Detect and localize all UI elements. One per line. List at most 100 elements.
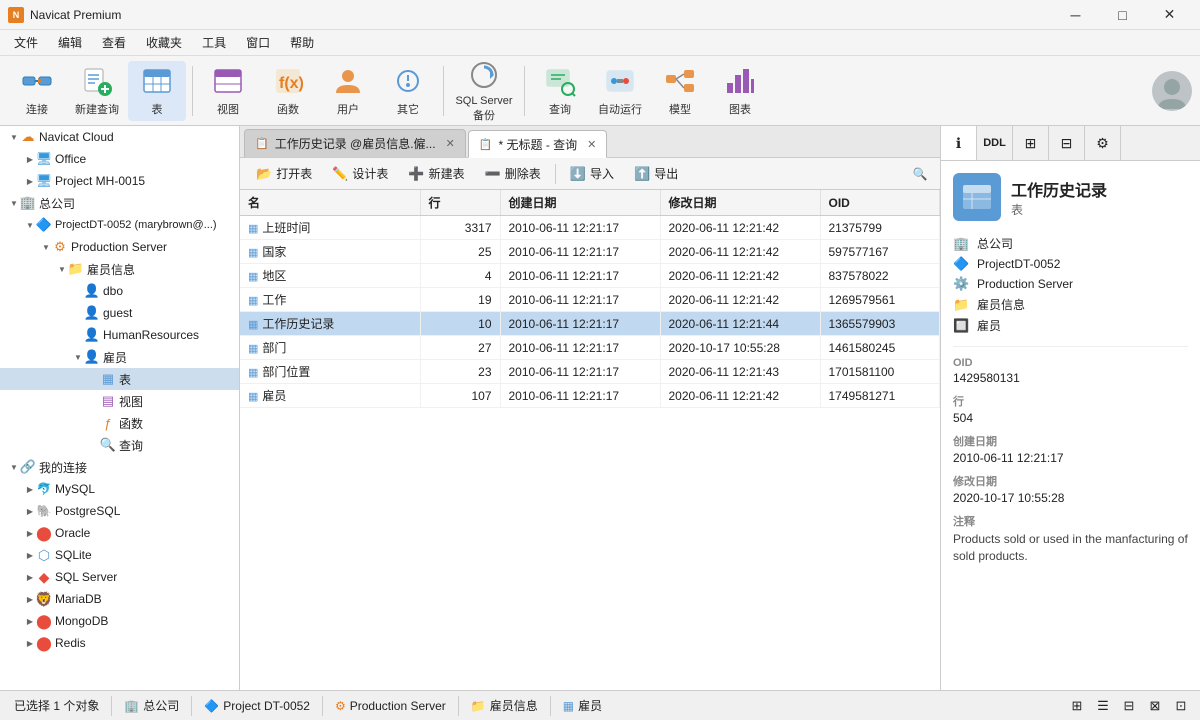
sidebar-item-projectdt[interactable]: ▼ 🔷 ProjectDT-0052 (marybrown@...) — [0, 214, 239, 236]
sidebar-item-dbo[interactable]: ▶ 👤 dbo — [0, 280, 239, 302]
delete-table-button[interactable]: ➖ 删除表 — [477, 162, 549, 185]
tab-query-close[interactable]: ✕ — [587, 138, 596, 151]
sidebar-item-postgresql[interactable]: ▶ 🐘 PostgreSQL — [0, 500, 239, 522]
rp-modified-label: 修改日期 — [953, 473, 1188, 489]
view-list-button[interactable]: ☰ — [1092, 695, 1114, 717]
view-grid-button[interactable]: ⊞ — [1066, 695, 1088, 717]
table-label: 表 — [152, 101, 163, 117]
table-row[interactable]: ▦部门位置232010-06-11 12:21:172020-06-11 12:… — [240, 360, 940, 384]
tab-history[interactable]: 📋 工作历史记录 @雇员信息.僱... ✕ — [244, 129, 466, 157]
user-avatar[interactable] — [1152, 71, 1192, 111]
func-tree-icon: ƒ — [100, 415, 116, 431]
new-table-button[interactable]: ➕ 新建表 — [400, 162, 472, 185]
rp-tab-ddl[interactable]: DDL — [977, 126, 1013, 160]
right-panel: ℹ DDL ⊞ ⊟ ⚙ 工作历史记录 表 — [940, 126, 1200, 690]
sidebar-item-sqlite[interactable]: ▶ ⬡ SQLite — [0, 544, 239, 566]
tab-query[interactable]: 📋 * 无标题 - 查询 ✕ — [468, 130, 608, 158]
menu-item-查看[interactable]: 查看 — [92, 30, 136, 55]
cell-rows: 4 — [420, 264, 500, 288]
mongodb-icon: ⬤ — [36, 613, 52, 629]
status-server-label: Production Server — [350, 699, 446, 713]
rp-rows-label: 行 — [953, 393, 1188, 409]
table-row[interactable]: ▦部门272010-06-11 12:21:172020-10-17 10:55… — [240, 336, 940, 360]
col-modified: 修改日期 — [660, 190, 820, 216]
view-button[interactable]: 视图 — [199, 61, 257, 121]
sidebar-item-mariadb[interactable]: ▶ 🦁 MariaDB — [0, 588, 239, 610]
sidebar-item-func[interactable]: ▶ ƒ 函数 — [0, 412, 239, 434]
sidebar-item-navicat-cloud[interactable]: ▼ ☁ Navicat Cloud — [0, 126, 239, 148]
func-button[interactable]: f(x) 函数 — [259, 61, 317, 121]
import-button[interactable]: ⬇️ 导入 — [562, 162, 622, 185]
navicat-cloud-arrow: ▼ — [8, 131, 20, 143]
autorun-icon — [604, 65, 636, 97]
rp-tab-info[interactable]: ℹ — [941, 126, 977, 160]
tab-history-label: 工作历史记录 @雇员信息.僱... — [275, 135, 436, 152]
menu-item-帮助[interactable]: 帮助 — [280, 30, 324, 55]
other-button[interactable]: 其它 — [379, 61, 437, 121]
model-button[interactable]: 模型 — [651, 61, 709, 121]
cell-created: 2010-06-11 12:21:17 — [500, 384, 660, 408]
sidebar-item-company[interactable]: ▼ 🏢 总公司 — [0, 192, 239, 214]
menu-item-编辑[interactable]: 编辑 — [48, 30, 92, 55]
table-button[interactable]: 表 — [128, 61, 186, 121]
sidebar-item-guest[interactable]: ▶ 👤 guest — [0, 302, 239, 324]
status-project[interactable]: 🔷 Project DT-0052 — [198, 699, 316, 713]
main-area: ▼ ☁ Navicat Cloud ▶ 🖥 Office ▶ 🖥 Project… — [0, 126, 1200, 690]
sidebar-item-prod-server[interactable]: ▼ ⚙ Production Server — [0, 236, 239, 258]
table-row[interactable]: ▦工作历史记录102010-06-11 12:21:172020-06-11 1… — [240, 312, 940, 336]
autorun-button[interactable]: 自动运行 — [591, 61, 649, 121]
table-row[interactable]: ▦地区42010-06-11 12:21:172020-06-11 12:21:… — [240, 264, 940, 288]
menu-item-窗口[interactable]: 窗口 — [236, 30, 280, 55]
status-server[interactable]: ⚙ Production Server — [329, 699, 452, 713]
sidebar-item-view[interactable]: ▶ ▤ 视图 — [0, 390, 239, 412]
employee-info-icon: 📁 — [68, 261, 84, 277]
model-icon — [664, 65, 696, 97]
table-row[interactable]: ▦国家252010-06-11 12:21:172020-06-11 12:21… — [240, 240, 940, 264]
sidebar-item-table[interactable]: ▶ ▦ 表 — [0, 368, 239, 390]
sidebar-item-redis[interactable]: ▶ ⬤ Redis — [0, 632, 239, 654]
open-table-button[interactable]: 📂 打开表 — [248, 162, 320, 185]
design-table-button[interactable]: ✏️ 设计表 — [324, 162, 396, 185]
menu-item-工具[interactable]: 工具 — [192, 30, 236, 55]
chart-button[interactable]: 图表 — [711, 61, 769, 121]
new-query-button[interactable]: 新建查询 — [68, 61, 126, 121]
sidebar-item-sqlserver[interactable]: ▶ ◆ SQL Server — [0, 566, 239, 588]
sidebar-item-oracle[interactable]: ▶ ⬤ Oracle — [0, 522, 239, 544]
minimize-button[interactable]: ─ — [1053, 0, 1098, 30]
sidebar-item-employee[interactable]: ▼ 👤 雇员 — [0, 346, 239, 368]
view-small-button[interactable]: ⊡ — [1170, 695, 1192, 717]
user-button[interactable]: 用户 — [319, 61, 377, 121]
sidebar-item-mysql[interactable]: ▶ 🐬 MySQL — [0, 478, 239, 500]
table-row[interactable]: ▦工作192010-06-11 12:21:172020-06-11 12:21… — [240, 288, 940, 312]
connect-button[interactable]: 连接 — [8, 61, 66, 121]
view-detail-button[interactable]: ⊟ — [1118, 695, 1140, 717]
sidebar-item-mongodb[interactable]: ▶ ⬤ MongoDB — [0, 610, 239, 632]
sidebar-item-query[interactable]: ▶ 🔍 查询 — [0, 434, 239, 456]
sidebar-item-office[interactable]: ▶ 🖥 Office — [0, 148, 239, 170]
rp-tab-settings[interactable]: ⚙ — [1085, 126, 1121, 160]
mysql-label: MySQL — [55, 482, 95, 496]
rp-tab-preview1[interactable]: ⊞ — [1013, 126, 1049, 160]
tab-history-close[interactable]: ✕ — [446, 137, 455, 150]
query-button[interactable]: 查询 — [531, 61, 589, 121]
table-row[interactable]: ▦上班时间33172010-06-11 12:21:172020-06-11 1… — [240, 216, 940, 240]
status-table[interactable]: ▦ 雇员 — [557, 697, 608, 714]
rp-tab-preview2[interactable]: ⊟ — [1049, 126, 1085, 160]
sidebar-item-employee-info[interactable]: ▼ 📁 雇员信息 — [0, 258, 239, 280]
status-company[interactable]: 🏢 总公司 — [118, 697, 185, 714]
sidebar-item-my-conn[interactable]: ▼ 🔗 我的连接 — [0, 456, 239, 478]
sidebar-item-project-mh[interactable]: ▶ 🖥 Project MH-0015 — [0, 170, 239, 192]
menu-item-文件[interactable]: 文件 — [4, 30, 48, 55]
view-large-button[interactable]: ⊠ — [1144, 695, 1166, 717]
new-query-label: 新建查询 — [75, 101, 119, 117]
prod-server-arrow: ▼ — [40, 241, 52, 253]
export-button[interactable]: ⬆️ 导出 — [626, 162, 686, 185]
sidebar-item-humanresources[interactable]: ▶ 👤 HumanResources — [0, 324, 239, 346]
status-db[interactable]: 📁 雇员信息 — [465, 697, 544, 714]
maximize-button[interactable]: □ — [1100, 0, 1145, 30]
backup-button[interactable]: SQL Server 备份 — [450, 61, 518, 121]
close-button[interactable]: ✕ — [1147, 0, 1192, 30]
table-row[interactable]: ▦雇员1072010-06-11 12:21:172020-06-11 12:2… — [240, 384, 940, 408]
search-button[interactable]: 🔍 — [908, 162, 932, 186]
menu-item-收藏夹[interactable]: 收藏夹 — [136, 30, 192, 55]
